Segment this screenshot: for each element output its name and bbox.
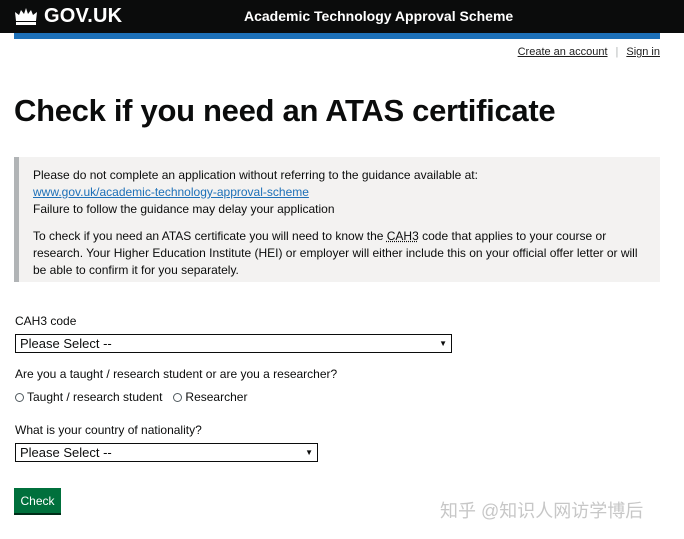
nationality-selected-value: Please Select -- [20,445,112,460]
cah3-label: CAH3 code [15,314,77,328]
watermark: 知乎 @知识人网访学博后 [440,501,644,521]
radio-label: Researcher [185,390,248,404]
crown-icon [15,8,37,25]
cah3-selected-value: Please Select -- [20,336,112,351]
role-question: Are you a taught / research student or a… [15,367,338,381]
guidance-link[interactable]: www.gov.uk/academic-technology-approval-… [33,185,309,199]
chevron-down-icon: ▼ [305,448,313,457]
cah3-select[interactable]: Please Select -- ▼ [15,334,452,353]
check-button[interactable]: Check [14,488,61,513]
cah3-abbreviation: CAH3 [386,229,419,243]
radio-taught-research-student[interactable]: Taught / research student [15,390,162,404]
guidance-inset: Please do not complete an application wi… [14,157,660,282]
link-separator: | [615,46,619,58]
cah3-explanation: To check if you need an ATAS certificate… [33,228,646,279]
radio-circle-icon[interactable] [15,392,24,402]
chevron-down-icon: ▼ [439,339,447,348]
radio-label: Taught / research student [27,390,163,404]
role-radio-group: Taught / research student Researcher [15,390,258,404]
sign-in-link[interactable]: Sign in [626,46,660,58]
page-title: Check if you need an ATAS certificate [14,93,556,128]
cah3-text-before: To check if you need an ATAS certificate… [33,229,387,243]
radio-researcher[interactable]: Researcher [173,390,247,404]
account-links: Create an account | Sign in [518,46,660,58]
guidance-line: Please do not complete an application wi… [33,168,478,182]
site-header: GOV.UK Academic Technology Approval Sche… [0,0,684,33]
header-accent-bar [14,33,660,39]
govuk-logo[interactable]: GOV.UK [14,5,122,27]
nationality-label: What is your country of nationality? [15,423,202,437]
radio-circle-icon[interactable] [173,392,183,402]
logo-text: GOV.UK [44,4,123,27]
guidance-warning: Failure to follow the guidance may delay… [33,202,335,216]
create-account-link[interactable]: Create an account [518,46,608,58]
nationality-select[interactable]: Please Select -- ▼ [15,443,318,462]
service-name[interactable]: Academic Technology Approval Scheme [244,8,513,24]
